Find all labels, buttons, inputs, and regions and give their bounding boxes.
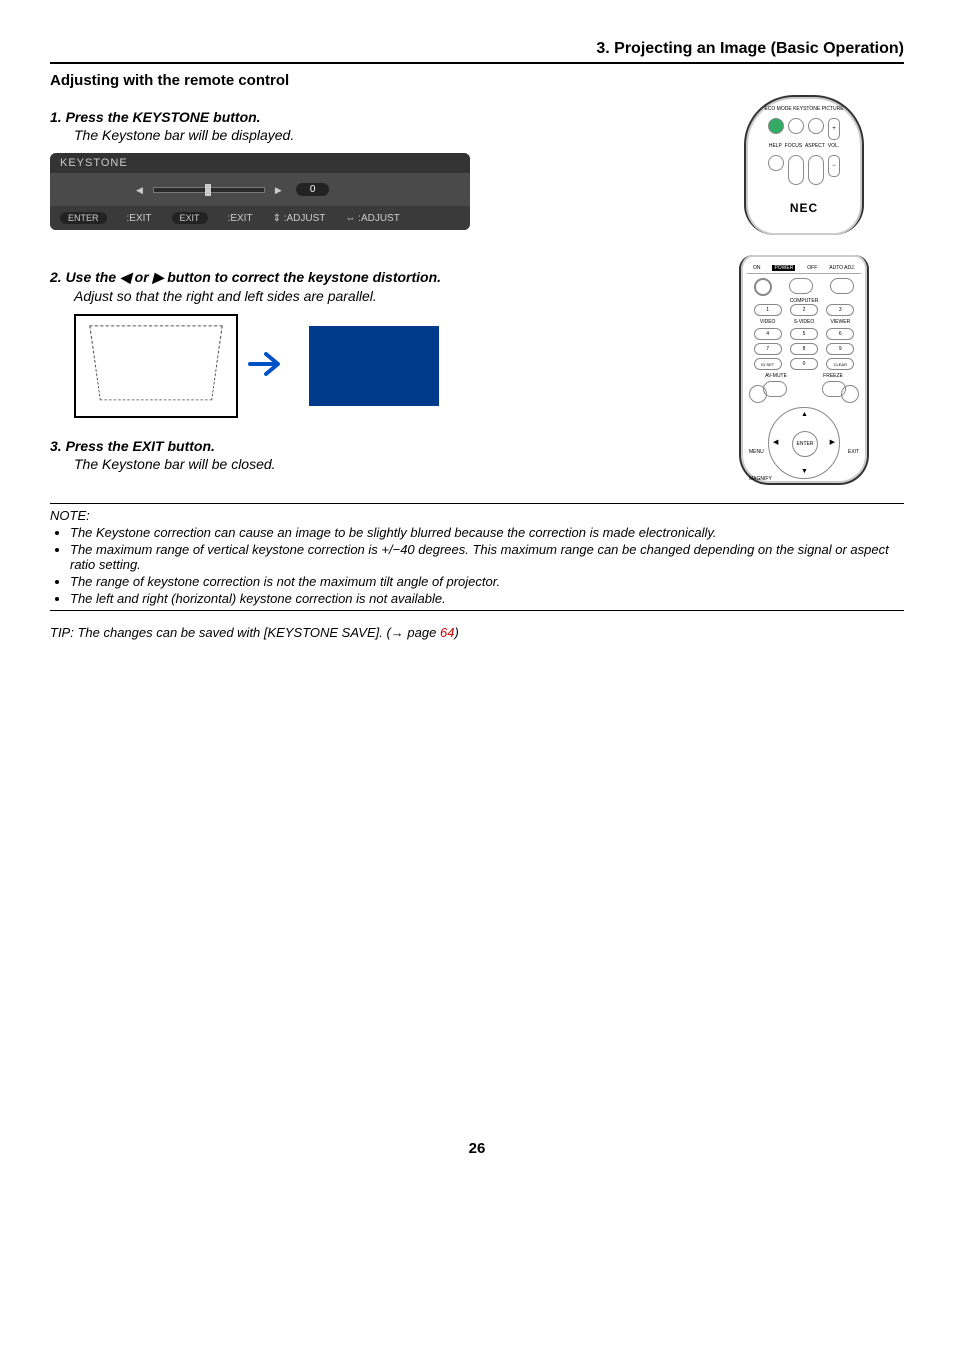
nav-circle: ENTER ▲ ▼ ◀ ▶	[768, 407, 840, 479]
focus-rocker	[788, 155, 804, 185]
menu-button	[749, 385, 767, 403]
keystone-diagram	[74, 314, 684, 418]
btn-0: 0	[790, 358, 818, 370]
btn-1: 1	[754, 304, 782, 316]
exit-pill: EXIT	[172, 212, 208, 224]
btn-4: 4	[754, 328, 782, 340]
osd-slider	[136, 184, 282, 196]
exit-button	[841, 385, 859, 403]
adjust-ud: ⇕ :ADJUST	[273, 213, 326, 224]
osd-value: 0	[296, 183, 330, 196]
vol-up-button: +	[828, 118, 840, 140]
enter-pill: ENTER	[60, 212, 107, 224]
btn-7: 7	[754, 343, 782, 355]
btn-8: 8	[790, 343, 818, 355]
arrow-icon	[246, 344, 286, 389]
avmute-label: AV-MUTE	[765, 374, 787, 379]
section-header: 3. Projecting an Image (Basic Operation)	[50, 40, 904, 64]
eco-mode-button	[768, 118, 784, 134]
step3-title: 3. Press the EXIT button.	[50, 438, 684, 454]
power-label: POWER	[772, 265, 795, 271]
note-item: The Keystone correction can cause an ima…	[70, 525, 904, 540]
btn-clear: CLEAR	[826, 358, 854, 370]
freeze-label: FREEZE	[823, 374, 843, 379]
adjust-lr: ⇔ :ADJUST	[345, 213, 399, 224]
menu-label: MENU	[749, 449, 764, 455]
page-number: 26	[50, 1140, 904, 1157]
on-label: ON	[753, 265, 761, 271]
svideo-label: S-VIDEO	[794, 320, 815, 325]
enter-text: :EXIT	[127, 213, 152, 224]
osd-title: KEYSTONE	[50, 153, 470, 173]
step3-desc: The Keystone bar will be closed.	[74, 456, 684, 472]
btn-2: 2	[790, 304, 818, 316]
aspect-rocker	[808, 155, 824, 185]
step1-desc: The Keystone bar will be displayed.	[74, 127, 684, 143]
btn-9: 9	[826, 343, 854, 355]
viewer-label: VIEWER	[830, 320, 850, 325]
enter-button: ENTER	[792, 431, 818, 457]
exit-text: :EXIT	[228, 213, 253, 224]
note-label: NOTE:	[50, 508, 904, 523]
btn-5: 5	[790, 328, 818, 340]
page-link[interactable]: 64	[440, 625, 454, 640]
nec-logo: NEC	[790, 201, 818, 215]
exit-label: EXIT	[848, 449, 859, 455]
btn-6: 6	[826, 328, 854, 340]
btn-idset: ID SET	[754, 358, 782, 370]
note-item: The range of keystone correction is not …	[70, 574, 904, 589]
video-label: VIDEO	[760, 320, 776, 325]
osd-keystone: KEYSTONE 0 ENTER :EXIT EXIT :EXIT ⇕ :ADJUS…	[50, 153, 470, 230]
picture-button	[808, 118, 824, 134]
remote-top-diagram: ECO MODE KEYSTONE PICTURE + HELP FOCUS A…	[744, 95, 864, 235]
auto-adj-button	[830, 278, 854, 294]
note-item: The maximum range of vertical keystone c…	[70, 542, 904, 572]
tip-text: TIP: The changes can be saved with [KEYS…	[50, 625, 904, 640]
note-item: The left and right (horizontal) keystone…	[70, 591, 904, 606]
power-on-button	[754, 278, 772, 296]
step1-title: 1. Press the KEYSTONE button.	[50, 109, 684, 125]
note-list: The Keystone correction can cause an ima…	[50, 525, 904, 606]
subhead: Adjusting with the remote control	[50, 72, 904, 89]
btn-3: 3	[826, 304, 854, 316]
auto-adj-label: AUTO ADJ.	[829, 265, 855, 271]
help-button	[768, 155, 784, 171]
power-off-button	[789, 278, 813, 294]
step2-title: 2. Use the ◀ or ▶ button to correct the …	[50, 269, 684, 286]
remote-full-diagram: ON POWER OFF AUTO ADJ. COMPUTER 1 2 3 VI…	[739, 255, 869, 485]
step2-desc: Adjust so that the right and left sides …	[74, 288, 684, 304]
off-label: OFF	[807, 265, 817, 271]
vol-down-button: −	[828, 155, 840, 177]
keystone-button	[788, 118, 804, 134]
